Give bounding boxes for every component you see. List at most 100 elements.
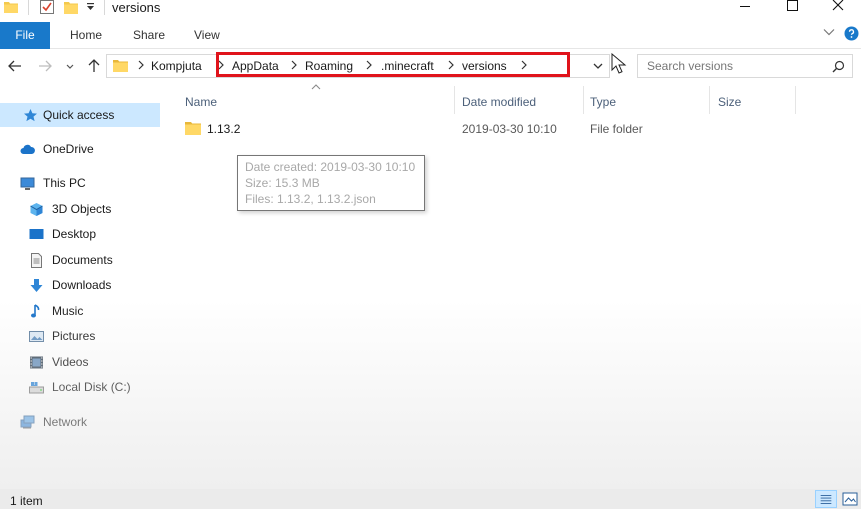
chevron-right-icon[interactable] [365,59,373,71]
up-arrow-icon[interactable] [85,57,103,75]
search-icon[interactable] [832,60,845,73]
sidebar-item-desktop[interactable]: Desktop [0,222,160,246]
column-divider[interactable] [709,86,710,114]
chevron-right-icon[interactable] [520,59,528,71]
customize-toolbar-icon[interactable] [86,2,95,11]
item-count: 1 item [10,494,43,508]
tab-share[interactable]: Share [133,22,165,49]
chevron-right-icon[interactable] [137,59,145,71]
sidebar-item-label: OneDrive [43,142,94,156]
file-name: 1.13.2 [207,122,241,136]
star-icon [24,109,37,122]
minimize-icon[interactable] [722,0,768,16]
column-header-name[interactable]: Name [185,90,217,114]
column-header-date-modified[interactable]: Date modified [462,90,536,114]
picture-icon [29,331,44,342]
sidebar-item-videos[interactable]: Videos [0,350,160,374]
sidebar-item-pictures[interactable]: Pictures [0,324,160,348]
breadcrumb-item[interactable]: Kompjuta [151,59,202,73]
drive-icon [29,382,44,394]
video-icon [30,356,43,369]
chevron-right-icon[interactable] [290,59,298,71]
sidebar-item-network[interactable]: Network [0,410,160,434]
toolbar-divider [104,0,105,15]
tab-home[interactable]: Home [70,22,102,49]
network-icon [20,415,35,429]
sidebar-item-onedrive[interactable]: OneDrive [0,137,160,161]
file-type: File folder [590,122,643,136]
sidebar-item-label: Local Disk (C:) [52,380,131,394]
sidebar-item-quick-access[interactable]: Quick access [0,103,160,127]
properties-icon[interactable] [40,0,54,14]
tab-file[interactable]: File [0,22,50,49]
download-icon [30,279,43,292]
maximize-icon[interactable] [769,0,815,16]
breadcrumb-item[interactable]: .minecraft [381,59,434,73]
navigation-pane: Quick access OneDrive This PC 3D Objects… [0,84,165,489]
column-divider[interactable] [795,86,796,114]
sidebar-item-label: Pictures [52,329,96,343]
chevron-right-icon[interactable] [217,59,225,71]
sidebar-item-local-disk[interactable]: Local Disk (C:) [0,375,160,399]
file-list: Name Date modified Type Size 1.13.2 2019… [165,84,861,489]
address-row: Kompjuta AppData Roaming .minecraft vers… [0,49,861,84]
column-divider[interactable] [583,86,584,114]
status-bar: 1 item [0,489,861,509]
new-folder-icon[interactable] [64,0,78,14]
column-divider[interactable] [454,86,455,114]
sort-ascending-icon [311,84,321,90]
computer-icon [20,177,35,190]
recent-locations-icon[interactable] [64,57,76,75]
chevron-down-icon[interactable] [593,63,603,70]
title-bar: versions [0,0,861,18]
music-icon [31,304,40,318]
ribbon: File Home Share View [0,18,861,49]
tooltip-date-created: Date created: 2019-03-30 10:10 [245,160,416,174]
breadcrumb-item[interactable]: Roaming [305,59,353,73]
folder-icon [185,122,201,135]
expand-ribbon-icon[interactable] [823,28,835,36]
sidebar-item-label: Quick access [43,108,115,122]
table-row[interactable]: 1.13.2 2019-03-30 10:10 File folder [183,118,783,140]
document-icon [31,253,42,268]
tooltip-files: Files: 1.13.2, 1.13.2.json [245,192,376,206]
cloud-icon [20,144,35,154]
forward-arrow-icon[interactable] [36,57,54,75]
window-title: versions [112,0,161,15]
mouse-cursor-icon [611,53,627,74]
sidebar-item-music[interactable]: Music [0,299,160,323]
tooltip-size: Size: 15.3 MB [245,176,320,190]
sidebar-item-3d-objects[interactable]: 3D Objects [0,197,160,221]
folder-icon [113,60,128,72]
file-tooltip: Date created: 2019-03-30 10:10 Size: 15.… [237,155,425,211]
sidebar-item-label: Downloads [52,278,112,292]
sidebar-item-label: This PC [43,176,86,190]
sidebar-item-label: Desktop [52,227,97,241]
file-date-modified: 2019-03-30 10:10 [462,122,557,136]
address-bar[interactable]: Kompjuta AppData Roaming .minecraft vers… [106,54,610,78]
sidebar-item-documents[interactable]: Documents [0,248,160,272]
search-input[interactable] [638,55,828,77]
breadcrumb-item[interactable]: AppData [232,59,279,73]
desktop-icon [29,229,44,239]
cube-icon [30,203,43,216]
chevron-right-icon[interactable] [447,59,455,71]
breadcrumb-item[interactable]: versions [462,59,507,73]
sidebar-item-label: Music [52,304,84,318]
search-box[interactable] [637,54,853,78]
sidebar-item-label: Videos [52,355,89,369]
details-view-icon[interactable] [815,490,837,508]
close-icon[interactable] [815,0,861,16]
help-icon[interactable] [844,26,859,41]
back-arrow-icon[interactable] [6,57,24,75]
column-header-type[interactable]: Type [590,90,616,114]
toolbar-divider [28,0,29,15]
large-icons-view-icon[interactable] [839,490,861,508]
sidebar-item-label: 3D Objects [52,202,112,216]
sidebar-item-label: Documents [52,253,113,267]
folder-icon [4,2,18,13]
sidebar-item-downloads[interactable]: Downloads [0,273,160,297]
tab-view[interactable]: View [194,22,220,49]
sidebar-item-this-pc[interactable]: This PC [0,171,160,195]
column-header-size[interactable]: Size [718,90,741,114]
